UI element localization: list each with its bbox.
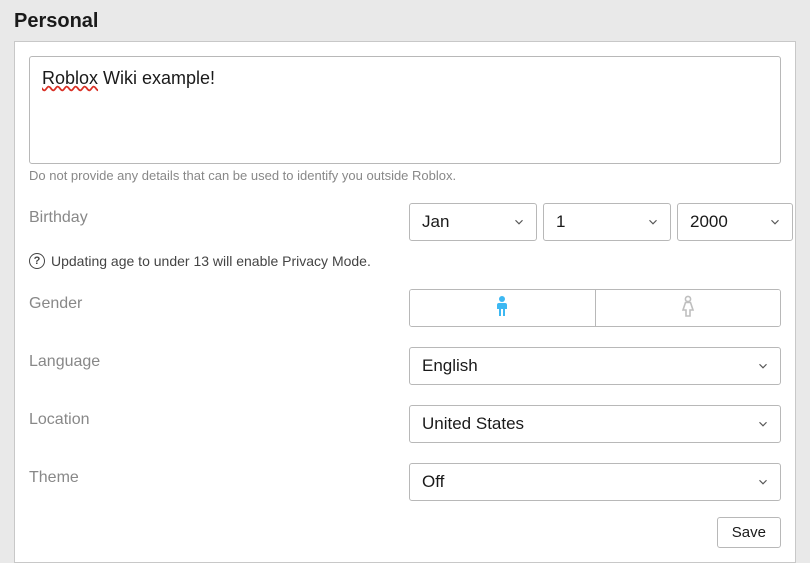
chevron-down-icon [756,359,770,373]
chevron-down-icon [646,215,660,229]
birthday-month-select[interactable]: Jan [409,203,537,241]
theme-label: Theme [29,463,409,487]
gender-female-button[interactable] [595,290,781,326]
gender-male-button[interactable] [410,290,595,326]
about-text-spelled: Roblox [42,68,98,88]
gender-toggle-group [409,289,781,327]
chevron-down-icon [512,215,526,229]
about-text-rest: Wiki example! [98,68,215,88]
chevron-down-icon [756,417,770,431]
theme-select[interactable]: Off [409,463,781,501]
location-value: United States [422,414,524,434]
birthday-year-value: 2000 [690,212,728,232]
chevron-down-icon [768,215,782,229]
info-icon: ? [29,253,45,269]
gender-label: Gender [29,289,409,313]
location-select[interactable]: United States [409,405,781,443]
about-helper-text: Do not provide any details that can be u… [29,168,781,183]
birthday-info-text: Updating age to under 13 will enable Pri… [51,253,371,269]
female-icon [679,295,697,322]
birthday-label: Birthday [29,203,409,227]
location-label: Location [29,405,409,429]
language-value: English [422,356,478,376]
birthday-year-select[interactable]: 2000 [677,203,793,241]
about-textarea[interactable]: Roblox Wiki example! [29,56,781,164]
birthday-day-value: 1 [556,212,565,232]
section-title: Personal [0,0,810,41]
birthday-info-row: ? Updating age to under 13 will enable P… [29,253,781,269]
language-select[interactable]: English [409,347,781,385]
personal-panel: Roblox Wiki example! Do not provide any … [14,41,796,563]
birthday-month-value: Jan [422,212,449,232]
chevron-down-icon [756,475,770,489]
male-icon [493,295,511,322]
birthday-day-select[interactable]: 1 [543,203,671,241]
theme-value: Off [422,472,444,492]
language-label: Language [29,347,409,371]
